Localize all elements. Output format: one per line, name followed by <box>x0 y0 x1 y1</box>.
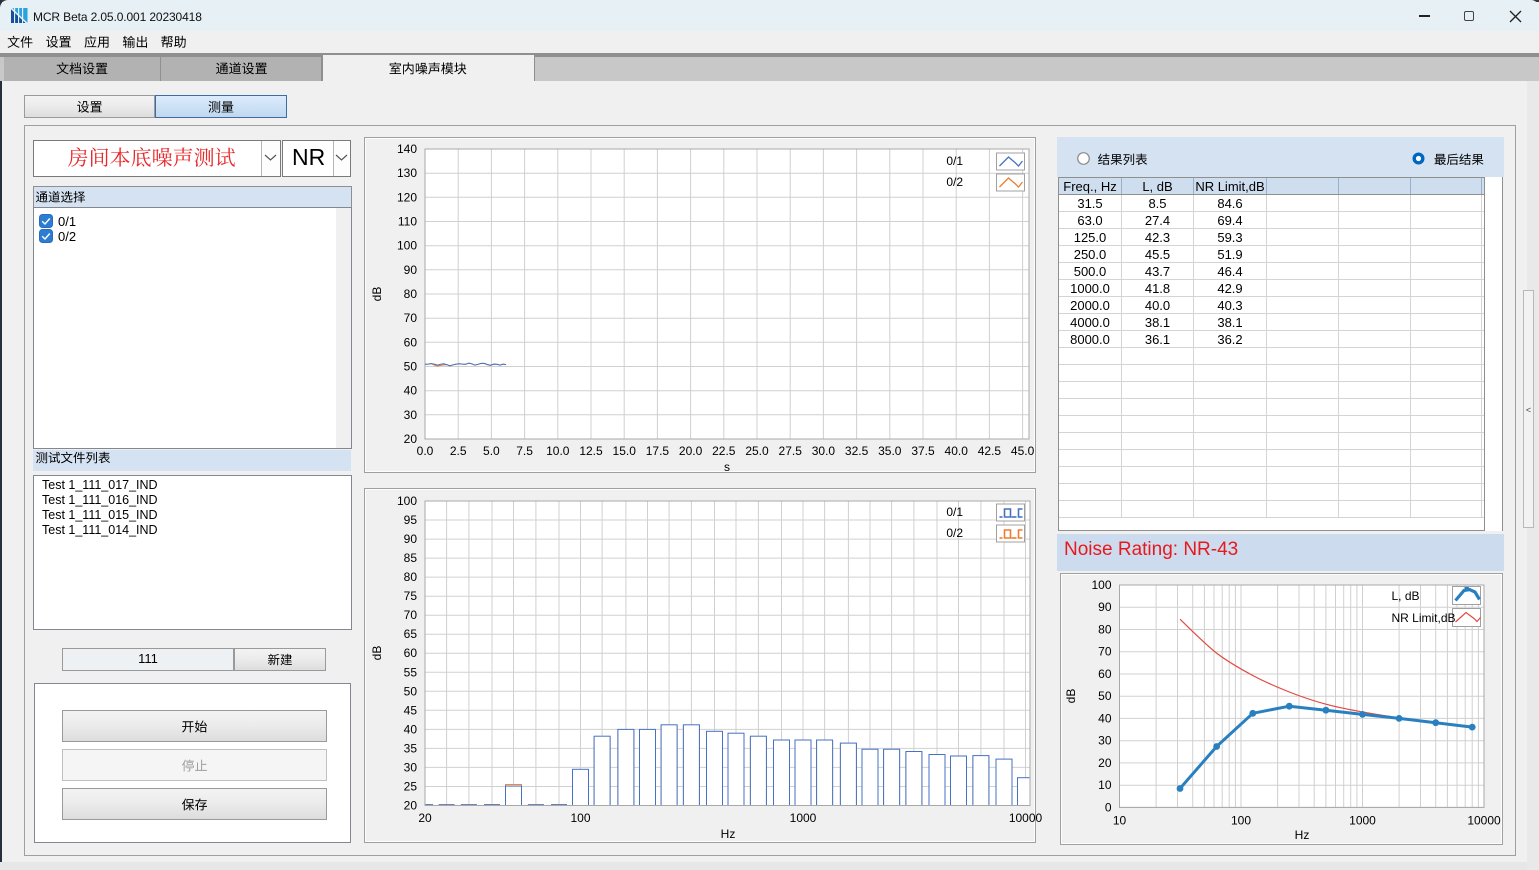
svg-text:0/2: 0/2 <box>946 526 963 540</box>
svg-text:60: 60 <box>404 646 418 660</box>
svg-text:10000: 10000 <box>1467 813 1501 827</box>
svg-text:27.5: 27.5 <box>779 444 803 458</box>
svg-text:90: 90 <box>1098 600 1112 614</box>
svg-text:95: 95 <box>404 513 418 527</box>
svg-text:NR Limit,dB: NR Limit,dB <box>1392 611 1456 625</box>
svg-text:100: 100 <box>570 811 590 825</box>
svg-text:2.5: 2.5 <box>450 444 467 458</box>
svg-text:0/1: 0/1 <box>946 505 963 519</box>
svg-text:10.0: 10.0 <box>546 444 570 458</box>
svg-text:70: 70 <box>404 311 418 325</box>
svg-text:0.0: 0.0 <box>417 444 434 458</box>
svg-text:35: 35 <box>404 741 418 755</box>
svg-text:1000: 1000 <box>1349 813 1376 827</box>
svg-text:120: 120 <box>397 190 417 204</box>
svg-text:10: 10 <box>1113 813 1127 827</box>
svg-text:20.0: 20.0 <box>679 444 703 458</box>
svg-text:70: 70 <box>1098 645 1112 659</box>
svg-text:100: 100 <box>397 239 417 253</box>
svg-text:20: 20 <box>418 811 432 825</box>
svg-text:45.0: 45.0 <box>1011 444 1035 458</box>
svg-text:100: 100 <box>1091 578 1111 592</box>
svg-text:60: 60 <box>1098 667 1112 681</box>
svg-text:L, dB: L, dB <box>1392 589 1420 603</box>
svg-text:100: 100 <box>397 494 417 508</box>
svg-text:30: 30 <box>1098 734 1112 748</box>
svg-text:25.0: 25.0 <box>745 444 769 458</box>
svg-text:35.0: 35.0 <box>878 444 902 458</box>
svg-text:42.5: 42.5 <box>978 444 1002 458</box>
svg-text:60: 60 <box>404 335 418 349</box>
svg-text:dB: dB <box>370 646 384 661</box>
svg-text:32.5: 32.5 <box>845 444 869 458</box>
svg-text:Hz: Hz <box>1295 828 1310 842</box>
svg-text:Hz: Hz <box>721 827 736 841</box>
svg-text:40: 40 <box>404 722 418 736</box>
svg-text:50: 50 <box>1098 689 1112 703</box>
svg-text:80: 80 <box>404 287 418 301</box>
svg-text:55: 55 <box>404 665 418 679</box>
svg-text:10: 10 <box>1098 778 1112 792</box>
svg-text:0/1: 0/1 <box>946 154 963 168</box>
svg-text:1000: 1000 <box>790 811 817 825</box>
svg-text:30.0: 30.0 <box>812 444 836 458</box>
svg-text:50: 50 <box>404 360 418 374</box>
svg-text:20: 20 <box>404 799 418 813</box>
svg-text:5.0: 5.0 <box>483 444 500 458</box>
svg-text:dB: dB <box>1064 689 1078 704</box>
svg-text:20: 20 <box>1098 756 1112 770</box>
svg-text:75: 75 <box>404 589 418 603</box>
svg-text:40.0: 40.0 <box>945 444 969 458</box>
svg-text:30: 30 <box>404 760 418 774</box>
svg-text:80: 80 <box>404 570 418 584</box>
svg-text:50: 50 <box>404 684 418 698</box>
svg-text:130: 130 <box>397 166 417 180</box>
svg-text:110: 110 <box>398 215 417 229</box>
svg-text:40: 40 <box>404 384 418 398</box>
svg-text:45: 45 <box>404 703 418 717</box>
svg-text:17.5: 17.5 <box>646 444 670 458</box>
svg-text:140: 140 <box>397 142 417 156</box>
svg-text:65: 65 <box>404 627 418 641</box>
svg-text:20: 20 <box>404 432 418 446</box>
svg-text:12.5: 12.5 <box>579 444 603 458</box>
svg-text:30: 30 <box>404 408 418 422</box>
svg-text:15.0: 15.0 <box>613 444 637 458</box>
svg-text:s: s <box>724 460 730 474</box>
svg-text:dB: dB <box>370 287 384 302</box>
svg-text:100: 100 <box>1231 813 1251 827</box>
svg-text:90: 90 <box>404 532 418 546</box>
svg-text:22.5: 22.5 <box>712 444 736 458</box>
svg-text:0/2: 0/2 <box>946 175 963 189</box>
svg-text:0: 0 <box>1105 800 1112 814</box>
svg-text:10000: 10000 <box>1009 811 1043 825</box>
svg-text:90: 90 <box>404 263 418 277</box>
svg-text:40: 40 <box>1098 711 1112 725</box>
svg-text:7.5: 7.5 <box>516 444 533 458</box>
svg-text:37.5: 37.5 <box>911 444 935 458</box>
svg-text:85: 85 <box>404 551 418 565</box>
svg-text:70: 70 <box>404 608 418 622</box>
svg-text:25: 25 <box>404 780 418 794</box>
svg-text:80: 80 <box>1098 623 1112 637</box>
